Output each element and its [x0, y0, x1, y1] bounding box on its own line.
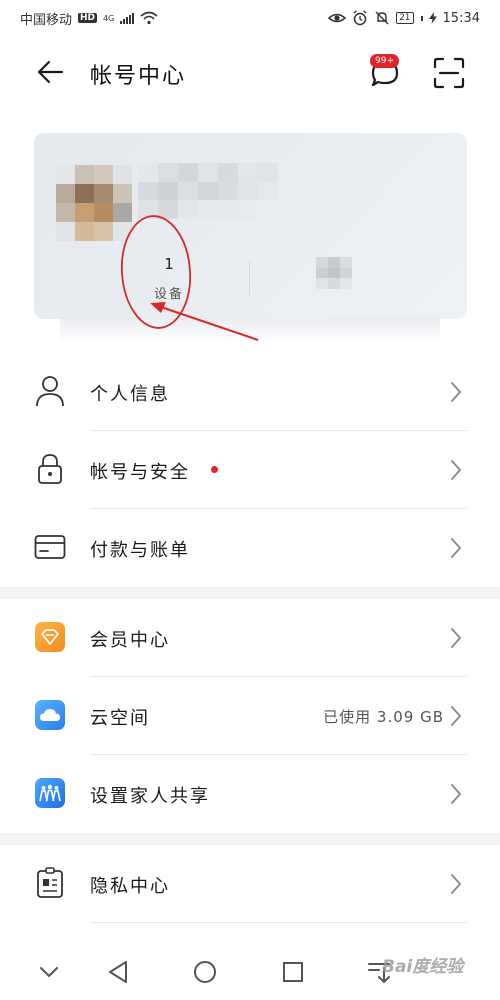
menu-label-family-sharing: 设置家人共享	[90, 786, 210, 807]
menu-row-personal-info[interactable]: 个人信息	[0, 353, 500, 431]
eye-comfort-icon	[328, 13, 347, 23]
menu-label-payment-billing: 付款与账单	[90, 540, 190, 561]
card-shadow	[60, 318, 440, 344]
member-icon-wrapper	[34, 621, 66, 653]
menu-row-account-security[interactable]: 帐号与安全	[0, 431, 500, 509]
section-separator	[0, 587, 500, 599]
back-button[interactable]	[34, 58, 66, 86]
device-count[interactable]: 1	[144, 255, 194, 273]
person-icon	[34, 375, 66, 407]
lock-icon	[34, 453, 66, 485]
recents-square-icon[interactable]	[278, 957, 308, 987]
stat-divider	[249, 261, 250, 295]
menu-row-privacy-center[interactable]: 隐私中心	[0, 845, 500, 923]
menu-label-cloud-space: 云空间	[90, 708, 150, 729]
wifi-icon	[140, 11, 158, 25]
avatar[interactable]	[56, 165, 132, 241]
battery-icon: 21	[396, 12, 414, 24]
device-label[interactable]: 设备	[134, 283, 204, 302]
hd-badge: HD	[78, 13, 98, 23]
carrier-label: 中国移动	[20, 12, 73, 28]
chevron-right-icon	[451, 706, 462, 726]
cloud-icon	[35, 700, 65, 730]
credit-card-icon	[34, 531, 66, 563]
mute-icon	[375, 11, 389, 25]
scan-icon	[433, 57, 465, 89]
second-stat-blurred[interactable]	[316, 257, 352, 289]
profile-card[interactable]: 1 设备	[34, 133, 467, 319]
cloud-usage-value: 已使用 3.09 GB	[323, 708, 444, 726]
menu-row-cloud-space[interactable]: 云空间 已使用 3.09 GB	[0, 677, 500, 755]
id-card-icon	[34, 867, 66, 899]
notification-dot	[211, 466, 218, 473]
menu-row-payment-billing[interactable]: 付款与账单	[0, 509, 500, 587]
chevron-right-icon	[451, 628, 462, 648]
alarm-icon	[353, 10, 367, 26]
row-divider	[90, 922, 467, 923]
back-triangle-icon[interactable]	[104, 957, 134, 987]
menu-label-account-security: 帐号与安全	[90, 462, 190, 483]
family-icon	[35, 778, 65, 808]
chevron-right-icon	[451, 538, 462, 558]
scan-button[interactable]	[432, 56, 466, 90]
watermark: Bai度经验	[382, 957, 464, 977]
chevron-right-icon	[451, 874, 462, 894]
cloud-icon-wrapper	[34, 699, 66, 731]
chevron-right-icon	[451, 382, 462, 402]
diamond-icon	[35, 622, 65, 652]
menu-label-privacy-center: 隐私中心	[90, 876, 170, 897]
clock: 15:34	[442, 10, 480, 26]
menu-row-member-center[interactable]: 会员中心	[0, 599, 500, 677]
menu-row-family-sharing[interactable]: 设置家人共享	[0, 755, 500, 833]
home-circle-icon[interactable]	[190, 957, 220, 987]
menu-label-member-center: 会员中心	[90, 630, 170, 651]
app-header: 帐号中心 99+	[0, 44, 500, 100]
section-separator	[0, 833, 500, 845]
chevron-right-icon	[451, 784, 462, 804]
account-name-blurred	[138, 163, 278, 219]
menu-label-personal-info: 个人信息	[90, 384, 170, 405]
collapse-nav-icon[interactable]	[34, 957, 64, 987]
back-arrow-icon	[37, 60, 64, 84]
chevron-right-icon	[451, 460, 462, 480]
message-count-badge: 99+	[370, 54, 399, 68]
status-bar: 中国移动 HD 4G 21 15:34	[0, 0, 500, 36]
network-type: 4G	[103, 13, 115, 23]
family-icon-wrapper	[34, 777, 66, 809]
page-title: 帐号中心	[90, 64, 187, 89]
battery-level: 21	[399, 13, 411, 23]
signal-icon	[120, 12, 135, 24]
charging-icon	[428, 12, 437, 24]
